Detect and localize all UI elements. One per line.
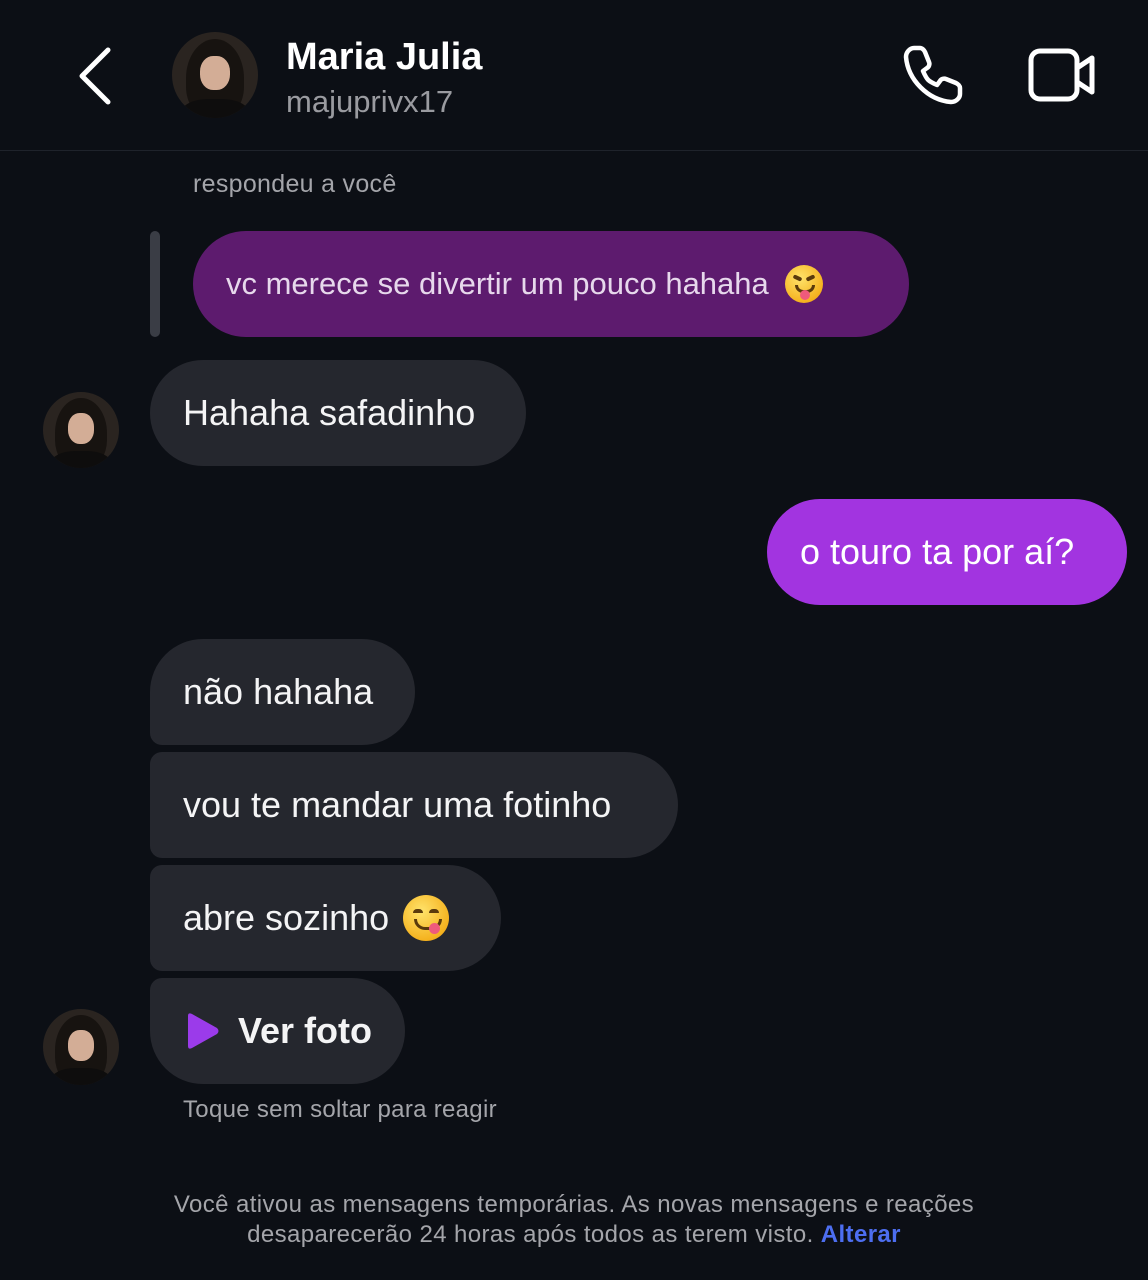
notice-line-2-text: desaparecerão 24 horas após todos as ter…	[247, 1221, 814, 1248]
message-bubble-incoming[interactable]: vou te mandar uma fotinho	[150, 752, 678, 858]
play-icon	[188, 1013, 219, 1049]
reaction-hint: Toque sem soltar para reagir	[183, 1096, 497, 1123]
contact-avatar[interactable]	[172, 32, 258, 118]
sender-avatar[interactable]	[43, 392, 119, 468]
sender-avatar[interactable]	[43, 1009, 119, 1085]
contact-name[interactable]: Maria Julia	[286, 36, 482, 79]
voice-call-button[interactable]	[900, 42, 966, 108]
message-bubble-outgoing[interactable]: o touro ta por aí?	[767, 499, 1127, 605]
video-call-button[interactable]	[1026, 44, 1098, 106]
message-text: vou te mandar uma fotinho	[183, 784, 612, 825]
notice-line-2: desaparecerão 24 horas após todos as ter…	[0, 1220, 1148, 1250]
message-bubble-incoming[interactable]: Hahaha safadinho	[150, 360, 526, 466]
chat-screen: Maria Julia majuprivx17 respondeu a você…	[0, 0, 1148, 1280]
change-link[interactable]: Alterar	[821, 1221, 901, 1248]
quoted-message-text: vc merece se divertir um pouco hahaha	[226, 266, 769, 301]
chevron-left-icon	[79, 47, 111, 105]
back-button[interactable]	[66, 40, 126, 112]
message-text: abre sozinho	[183, 897, 390, 938]
reply-label: respondeu a você	[193, 170, 397, 198]
quoted-message[interactable]: vc merece se divertir um pouco hahaha	[193, 231, 909, 337]
message-text: o touro ta por aí?	[800, 531, 1075, 572]
reply-indicator-bar	[150, 231, 160, 337]
message-text: Hahaha safadinho	[183, 392, 476, 433]
disappearing-messages-notice: Você ativou as mensagens temporárias. As…	[0, 1190, 1148, 1250]
view-photo-label: Ver foto	[238, 1010, 373, 1051]
view-photo-bubble[interactable]: Ver foto	[150, 978, 405, 1084]
phone-icon	[903, 45, 963, 105]
notice-line-1: Você ativou as mensagens temporárias. As…	[173, 1191, 975, 1218]
message-bubble-incoming[interactable]: não hahaha	[150, 639, 415, 745]
message-bubble-incoming[interactable]: abre sozinho	[150, 865, 501, 971]
video-camera-icon	[1028, 48, 1095, 102]
squinting-tongue-emoji-icon	[784, 265, 823, 303]
yum-emoji-icon	[403, 895, 450, 941]
contact-username[interactable]: majuprivx17	[286, 84, 453, 120]
message-text: não hahaha	[183, 671, 374, 712]
chat-header: Maria Julia majuprivx17	[0, 0, 1148, 151]
